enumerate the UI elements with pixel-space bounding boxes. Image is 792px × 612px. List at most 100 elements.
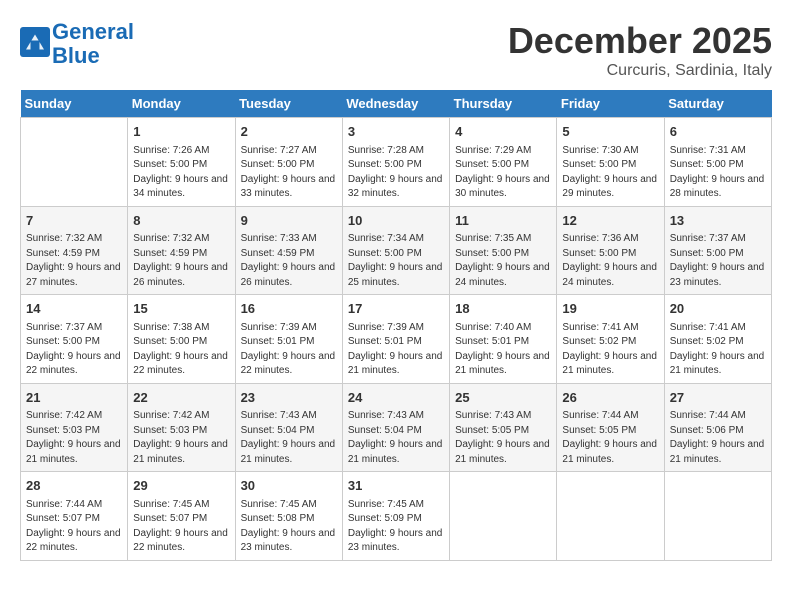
day-number: 22 [133, 388, 229, 408]
day-number: 20 [670, 299, 766, 319]
day-number: 24 [348, 388, 444, 408]
day-info: Sunrise: 7:30 AMSunset: 5:00 PMDaylight:… [562, 144, 658, 202]
day-info: Sunrise: 7:41 AMSunset: 5:02 PMDaylight:… [562, 321, 658, 379]
day-number: 11 [455, 211, 551, 231]
calendar-cell: 21Sunrise: 7:42 AMSunset: 5:03 PMDayligh… [21, 383, 128, 472]
day-info: Sunrise: 7:33 AMSunset: 4:59 PMDaylight:… [241, 232, 337, 290]
day-number: 2 [241, 122, 337, 142]
calendar-cell: 12Sunrise: 7:36 AMSunset: 5:00 PMDayligh… [557, 206, 664, 295]
calendar-cell: 15Sunrise: 7:38 AMSunset: 5:00 PMDayligh… [128, 295, 235, 384]
calendar-cell [21, 118, 128, 207]
column-header-thursday: Thursday [450, 90, 557, 118]
calendar-week-row: 21Sunrise: 7:42 AMSunset: 5:03 PMDayligh… [21, 383, 772, 472]
calendar-cell: 25Sunrise: 7:43 AMSunset: 5:05 PMDayligh… [450, 383, 557, 472]
day-number: 8 [133, 211, 229, 231]
day-info: Sunrise: 7:38 AMSunset: 5:00 PMDaylight:… [133, 321, 229, 379]
calendar-cell: 22Sunrise: 7:42 AMSunset: 5:03 PMDayligh… [128, 383, 235, 472]
day-number: 7 [26, 211, 122, 231]
day-number: 23 [241, 388, 337, 408]
calendar-week-row: 1Sunrise: 7:26 AMSunset: 5:00 PMDaylight… [21, 118, 772, 207]
calendar-cell: 16Sunrise: 7:39 AMSunset: 5:01 PMDayligh… [235, 295, 342, 384]
calendar-cell: 14Sunrise: 7:37 AMSunset: 5:00 PMDayligh… [21, 295, 128, 384]
day-number: 30 [241, 476, 337, 496]
day-info: Sunrise: 7:36 AMSunset: 5:00 PMDaylight:… [562, 232, 658, 290]
day-info: Sunrise: 7:44 AMSunset: 5:05 PMDaylight:… [562, 409, 658, 467]
day-number: 6 [670, 122, 766, 142]
day-info: Sunrise: 7:27 AMSunset: 5:00 PMDaylight:… [241, 144, 337, 202]
day-info: Sunrise: 7:44 AMSunset: 5:06 PMDaylight:… [670, 409, 766, 467]
day-number: 15 [133, 299, 229, 319]
logo-icon [20, 27, 50, 57]
logo-line2: Blue [52, 44, 134, 68]
day-number: 21 [26, 388, 122, 408]
calendar-cell: 2Sunrise: 7:27 AMSunset: 5:00 PMDaylight… [235, 118, 342, 207]
day-number: 18 [455, 299, 551, 319]
day-number: 1 [133, 122, 229, 142]
day-info: Sunrise: 7:45 AMSunset: 5:08 PMDaylight:… [241, 498, 337, 556]
day-number: 16 [241, 299, 337, 319]
day-info: Sunrise: 7:29 AMSunset: 5:00 PMDaylight:… [455, 144, 551, 202]
calendar-cell: 18Sunrise: 7:40 AMSunset: 5:01 PMDayligh… [450, 295, 557, 384]
column-header-saturday: Saturday [664, 90, 771, 118]
column-header-wednesday: Wednesday [342, 90, 449, 118]
day-info: Sunrise: 7:34 AMSunset: 5:00 PMDaylight:… [348, 232, 444, 290]
calendar-cell: 23Sunrise: 7:43 AMSunset: 5:04 PMDayligh… [235, 383, 342, 472]
day-info: Sunrise: 7:35 AMSunset: 5:00 PMDaylight:… [455, 232, 551, 290]
day-number: 13 [670, 211, 766, 231]
title-block: December 2025 Curcuris, Sardinia, Italy [508, 20, 772, 80]
day-number: 19 [562, 299, 658, 319]
day-info: Sunrise: 7:42 AMSunset: 5:03 PMDaylight:… [133, 409, 229, 467]
calendar-cell: 24Sunrise: 7:43 AMSunset: 5:04 PMDayligh… [342, 383, 449, 472]
day-number: 27 [670, 388, 766, 408]
day-info: Sunrise: 7:37 AMSunset: 5:00 PMDaylight:… [670, 232, 766, 290]
calendar-cell: 4Sunrise: 7:29 AMSunset: 5:00 PMDaylight… [450, 118, 557, 207]
column-header-sunday: Sunday [21, 90, 128, 118]
calendar-cell: 7Sunrise: 7:32 AMSunset: 4:59 PMDaylight… [21, 206, 128, 295]
day-info: Sunrise: 7:45 AMSunset: 5:09 PMDaylight:… [348, 498, 444, 556]
day-info: Sunrise: 7:41 AMSunset: 5:02 PMDaylight:… [670, 321, 766, 379]
calendar-cell: 5Sunrise: 7:30 AMSunset: 5:00 PMDaylight… [557, 118, 664, 207]
day-number: 9 [241, 211, 337, 231]
logo: General Blue [20, 20, 134, 68]
day-info: Sunrise: 7:43 AMSunset: 5:05 PMDaylight:… [455, 409, 551, 467]
day-info: Sunrise: 7:39 AMSunset: 5:01 PMDaylight:… [348, 321, 444, 379]
day-number: 5 [562, 122, 658, 142]
day-number: 26 [562, 388, 658, 408]
calendar-cell [557, 472, 664, 561]
day-number: 3 [348, 122, 444, 142]
day-info: Sunrise: 7:32 AMSunset: 4:59 PMDaylight:… [26, 232, 122, 290]
day-info: Sunrise: 7:28 AMSunset: 5:00 PMDaylight:… [348, 144, 444, 202]
month-title: December 2025 [508, 20, 772, 62]
calendar-cell: 19Sunrise: 7:41 AMSunset: 5:02 PMDayligh… [557, 295, 664, 384]
calendar-cell [450, 472, 557, 561]
calendar-week-row: 14Sunrise: 7:37 AMSunset: 5:00 PMDayligh… [21, 295, 772, 384]
day-number: 12 [562, 211, 658, 231]
day-info: Sunrise: 7:40 AMSunset: 5:01 PMDaylight:… [455, 321, 551, 379]
calendar-cell: 3Sunrise: 7:28 AMSunset: 5:00 PMDaylight… [342, 118, 449, 207]
calendar-header-row: SundayMondayTuesdayWednesdayThursdayFrid… [21, 90, 772, 118]
day-info: Sunrise: 7:43 AMSunset: 5:04 PMDaylight:… [241, 409, 337, 467]
calendar-cell: 6Sunrise: 7:31 AMSunset: 5:00 PMDaylight… [664, 118, 771, 207]
day-info: Sunrise: 7:44 AMSunset: 5:07 PMDaylight:… [26, 498, 122, 556]
day-info: Sunrise: 7:42 AMSunset: 5:03 PMDaylight:… [26, 409, 122, 467]
logo-line1: General [52, 19, 134, 44]
day-info: Sunrise: 7:31 AMSunset: 5:00 PMDaylight:… [670, 144, 766, 202]
day-number: 10 [348, 211, 444, 231]
day-info: Sunrise: 7:39 AMSunset: 5:01 PMDaylight:… [241, 321, 337, 379]
calendar-cell: 20Sunrise: 7:41 AMSunset: 5:02 PMDayligh… [664, 295, 771, 384]
day-info: Sunrise: 7:26 AMSunset: 5:00 PMDaylight:… [133, 144, 229, 202]
day-info: Sunrise: 7:37 AMSunset: 5:00 PMDaylight:… [26, 321, 122, 379]
calendar-cell: 26Sunrise: 7:44 AMSunset: 5:05 PMDayligh… [557, 383, 664, 472]
day-info: Sunrise: 7:45 AMSunset: 5:07 PMDaylight:… [133, 498, 229, 556]
page-header: General Blue December 2025 Curcuris, Sar… [20, 20, 772, 80]
calendar-table: SundayMondayTuesdayWednesdayThursdayFrid… [20, 90, 772, 561]
calendar-cell: 27Sunrise: 7:44 AMSunset: 5:06 PMDayligh… [664, 383, 771, 472]
column-header-monday: Monday [128, 90, 235, 118]
day-number: 25 [455, 388, 551, 408]
column-header-tuesday: Tuesday [235, 90, 342, 118]
calendar-week-row: 28Sunrise: 7:44 AMSunset: 5:07 PMDayligh… [21, 472, 772, 561]
day-number: 14 [26, 299, 122, 319]
day-info: Sunrise: 7:32 AMSunset: 4:59 PMDaylight:… [133, 232, 229, 290]
calendar-cell: 11Sunrise: 7:35 AMSunset: 5:00 PMDayligh… [450, 206, 557, 295]
location: Curcuris, Sardinia, Italy [508, 62, 772, 80]
